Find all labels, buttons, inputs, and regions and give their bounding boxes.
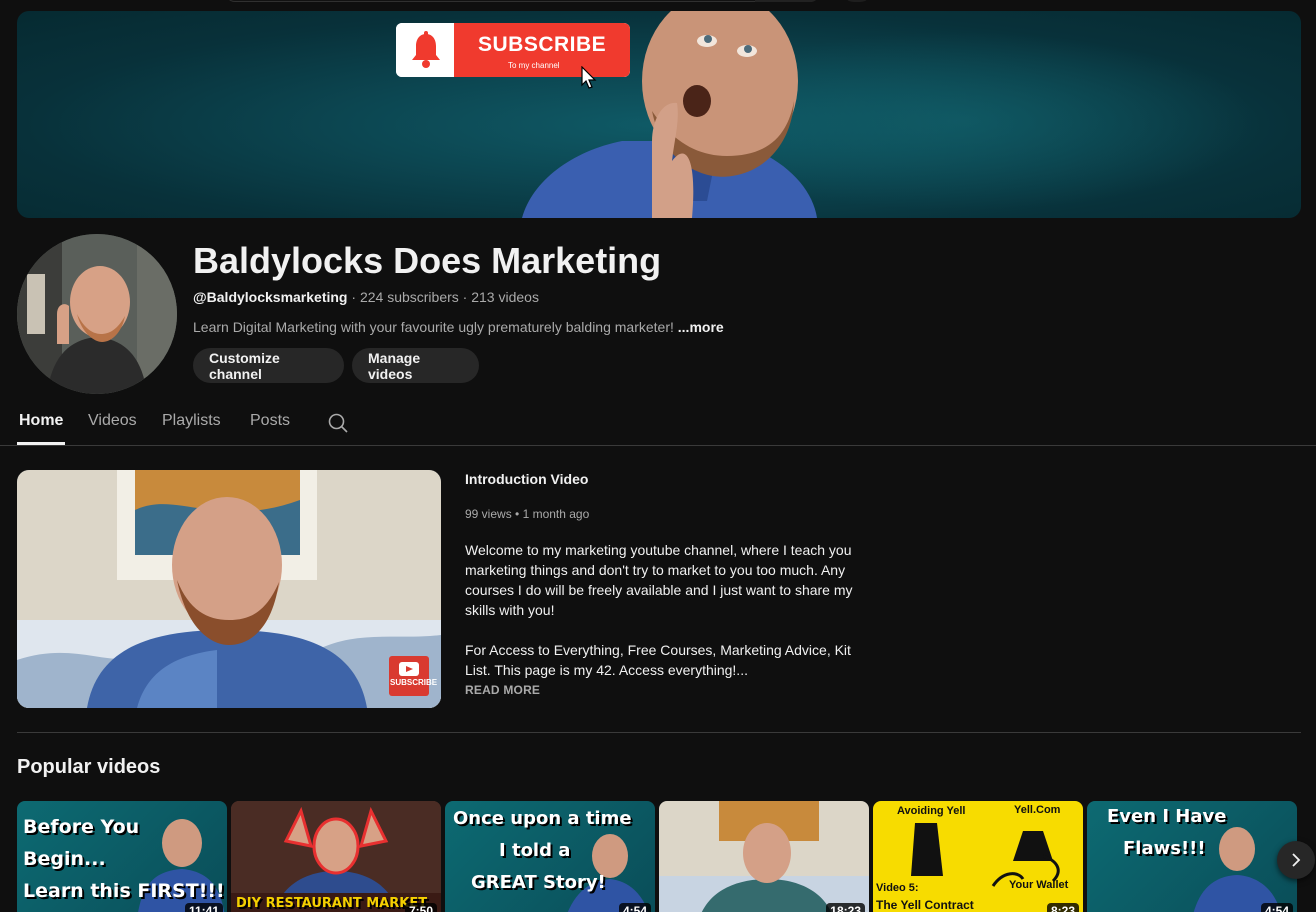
section-divider (17, 732, 1301, 733)
video-duration: 11:41 (184, 903, 223, 912)
channel-banner: SUBSCRIBE To my channel (17, 11, 1301, 218)
channel-description[interactable]: Learn Digital Marketing with your favour… (193, 319, 724, 335)
featured-views: 99 views (465, 507, 512, 521)
featured-thumbnail-image (17, 470, 441, 708)
next-videos-button[interactable] (1277, 841, 1315, 879)
popular-video-thumbnail[interactable]: Avoiding Yell Yell.Com Your Wallet Video… (873, 801, 1083, 912)
channel-tabs: Home Videos Playlists Posts (0, 400, 1316, 446)
thumbnail-subscribe-badge: SUBSCRIBE (390, 678, 438, 687)
search-button[interactable] (755, 0, 819, 2)
video-duration: 7:50 (404, 903, 437, 912)
bell-icon (412, 31, 440, 68)
banner-person-image (522, 11, 817, 218)
channel-handle[interactable]: @Baldylocksmarketing (193, 289, 348, 305)
video-duration: 4:54 (618, 903, 651, 912)
popular-video-thumbnail[interactable]: Before You Begin... Learn this FIRST!!! … (17, 801, 227, 912)
search-icon[interactable] (326, 411, 350, 435)
video-duration: 4:54 (1260, 903, 1293, 912)
channel-title: Baldylocks Does Marketing (193, 240, 662, 281)
video-duration: 18:23 (826, 903, 865, 912)
video-count: 213 videos (471, 289, 539, 305)
popular-video-thumbnail[interactable]: Even I Have Flaws!!! 4:54 (1087, 801, 1297, 912)
chevron-right-icon (1292, 853, 1301, 867)
popular-videos-heading: Popular videos (17, 756, 161, 778)
featured-video-meta: 99 views • 1 month ago (465, 507, 590, 521)
featured-video-title[interactable]: Introduction Video (465, 471, 588, 487)
search-bar[interactable] (225, 0, 820, 2)
popular-video-thumbnail[interactable]: DIY RESTAURANT MARKET 7:50 (231, 801, 441, 912)
read-more-link[interactable]: READ MORE (465, 683, 540, 697)
more-link[interactable]: ...more (678, 319, 724, 335)
channel-avatar[interactable] (17, 234, 177, 394)
tab-home[interactable]: Home (19, 412, 63, 430)
voice-search-button[interactable] (842, 0, 872, 2)
popular-video-thumbnail[interactable]: 18:23 (659, 801, 869, 912)
tab-videos[interactable]: Videos (88, 412, 137, 430)
manage-videos-button[interactable]: Manage videos (352, 348, 479, 383)
featured-age: 1 month ago (522, 507, 590, 521)
featured-video-description: Welcome to my marketing youtube channel,… (465, 542, 853, 678)
subscriber-count: 224 subscribers (359, 289, 459, 305)
tab-posts[interactable]: Posts (250, 412, 290, 430)
active-tab-indicator (17, 442, 65, 445)
popular-video-thumbnail[interactable]: Once upon a time I told a GREAT Story! 4… (445, 801, 655, 912)
tab-playlists[interactable]: Playlists (162, 412, 221, 430)
avatar-image (17, 234, 177, 394)
featured-video-thumbnail[interactable]: SUBSCRIBE (17, 470, 441, 708)
customize-channel-button[interactable]: Customize channel (193, 348, 344, 383)
video-duration: 8:23 (1046, 903, 1079, 912)
channel-meta: @Baldylocksmarketing · 224 subscribers ·… (193, 289, 539, 305)
